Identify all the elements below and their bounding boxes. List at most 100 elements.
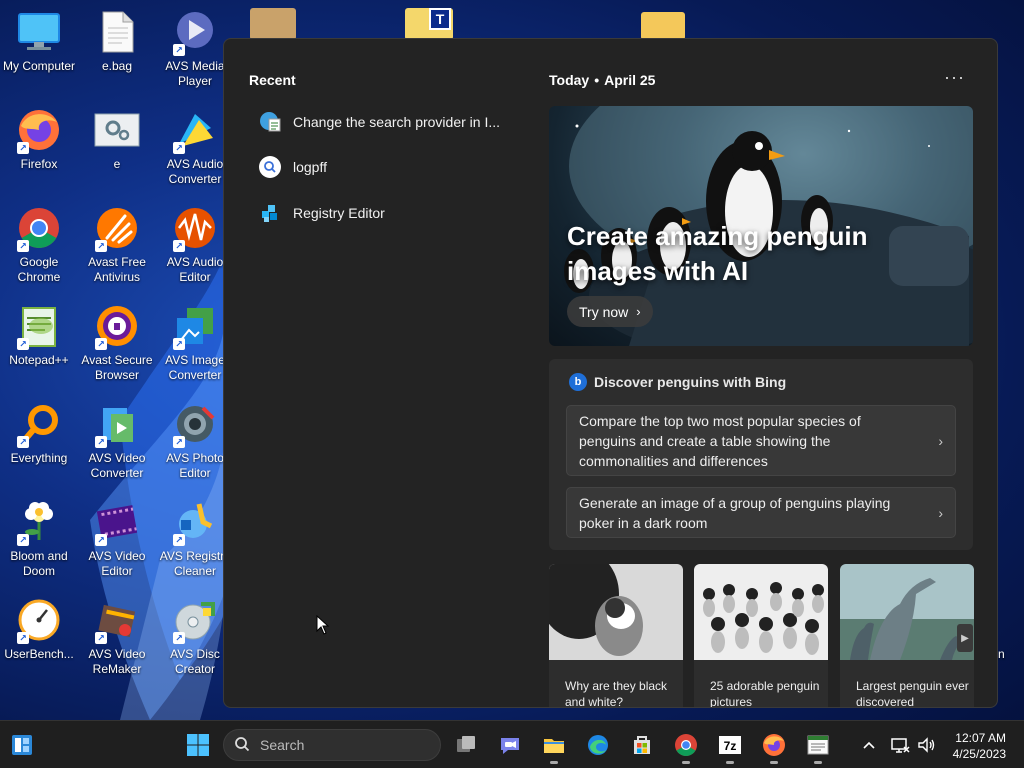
recent-heading: Recent <box>249 72 296 88</box>
avs-image-converter-icon: ↗ <box>171 302 219 350</box>
recent-item-registry-editor[interactable]: Registry Editor <box>258 199 508 227</box>
widgets-icon[interactable] <box>8 731 36 759</box>
clock-date: 4/25/2023 <box>952 747 1006 761</box>
desktop-icon-notepadpp[interactable]: ↗ Notepad++ <box>0 302 78 368</box>
desktop-icon-label: Everything <box>10 451 68 465</box>
desktop-icon-bloom-and-doom[interactable]: ↗ Bloom and Doom <box>0 498 78 579</box>
desktop-icon-avs-video-converter[interactable]: ↗ AVS Video Converter <box>78 400 156 481</box>
recent-item-change-search-provider[interactable]: Change the search provider in I... <box>258 108 508 136</box>
bloom-doom-icon: ↗ <box>15 498 63 546</box>
desktop-icon-label: e.bag <box>101 59 133 73</box>
desktop-icon-avs-video-remaker[interactable]: ↗ AVS Video ReMaker <box>78 596 156 677</box>
notepad-app-icon[interactable] <box>804 731 832 764</box>
settings-file-icon <box>93 106 141 154</box>
recent-item-logpff[interactable]: logpff <box>258 153 508 181</box>
avs-audio-editor-icon: ↗ <box>171 204 219 252</box>
desktop-icon-label: Firefox <box>20 157 58 171</box>
desktop-icon-label: AVS Video Converter <box>88 451 146 480</box>
start-icon[interactable] <box>184 731 212 759</box>
task-view-icon[interactable] <box>452 731 480 759</box>
svg-text:7z: 7z <box>724 739 737 753</box>
avs-media-player-icon: ↗ <box>171 8 219 56</box>
avs-video-editor-icon: ↗ <box>93 498 141 546</box>
bing-prompt-text: Compare the top two most popular species… <box>579 413 861 469</box>
desktop-icon-google-chrome[interactable]: ↗ Google Chrome <box>0 204 78 285</box>
avs-disc-creator-icon: ↗ <box>171 596 219 644</box>
7zip-icon[interactable]: 7z <box>716 731 744 764</box>
partial-folder-icon <box>641 12 685 40</box>
avs-photo-editor-icon: ↗ <box>171 400 219 448</box>
partial-desktop-label: n <box>998 647 1005 661</box>
chevron-up-icon[interactable] <box>855 731 883 759</box>
search-icon <box>234 736 250 755</box>
chrome-icon[interactable] <box>672 731 700 764</box>
bing-prompt-penguins-poker[interactable]: Generate an image of a group of penguins… <box>566 487 956 538</box>
desktop-icon-label: Google Chrome <box>17 255 61 284</box>
hero-title: Create amazing penguin images with AI <box>567 221 868 286</box>
recent-item-label: Change the search provider in I... <box>293 114 501 130</box>
thumbnail-card-adorable-penguins[interactable]: 25 adorable penguin pictures <box>694 564 828 707</box>
thumbnail-card-black-and-white[interactable]: Why are they black and white? <box>549 564 683 707</box>
desktop-icon-label: e <box>113 157 121 171</box>
running-indicator <box>726 761 734 764</box>
desktop-icon-label: AVS Video Editor <box>88 549 146 578</box>
taskbar-search-box[interactable]: Search <box>223 729 441 761</box>
chrome-icon: ↗ <box>15 204 63 252</box>
settings-page-icon <box>258 110 282 134</box>
desktop-icon-e-bag[interactable]: e.bag <box>78 8 156 74</box>
partial-desktop-icon: T <box>405 8 453 40</box>
volume-icon[interactable] <box>912 731 940 759</box>
network-icon[interactable] <box>886 731 914 759</box>
desktop-icon-avast-free-antivirus[interactable]: ↗ Avast Free Antivirus <box>78 204 156 285</box>
desktop-icon-userbench[interactable]: ↗ UserBench... <box>0 596 78 662</box>
bing-card-title: b Discover penguins with Bing <box>569 373 786 391</box>
search-icon <box>258 155 282 179</box>
thumbnail-caption: Largest penguin ever discovered <box>856 679 969 708</box>
clock-time: 12:07 AM <box>955 731 1006 745</box>
firefox-icon[interactable] <box>760 731 788 764</box>
partial-desktop-icon <box>250 8 296 40</box>
penguin-chick-image <box>549 564 683 660</box>
desktop-icon-label: Avast Secure Browser <box>81 353 153 382</box>
avs-audio-converter-icon: ↗ <box>171 106 219 154</box>
everything-icon: ↗ <box>15 400 63 448</box>
avs-video-converter-icon: ↗ <box>93 400 141 448</box>
monitor-icon <box>15 8 63 56</box>
date-label: April 25 <box>604 72 656 88</box>
thumbnails-next-button[interactable]: ▶ <box>957 624 973 652</box>
hero-card[interactable]: Create amazing penguin images with AI Tr… <box>549 106 973 346</box>
desktop-icon-e[interactable]: e <box>78 106 156 172</box>
chevron-right-icon: › <box>636 304 641 319</box>
try-now-label: Try now <box>579 303 629 320</box>
desktop-icon-firefox[interactable]: ↗ Firefox <box>0 106 78 172</box>
teams-chat-icon[interactable] <box>496 731 524 759</box>
avs-video-remaker-icon: ↗ <box>93 596 141 644</box>
desktop-icon-label: Avast Free Antivirus <box>88 255 146 284</box>
desktop-icon-my-computer[interactable]: My Computer <box>0 8 78 74</box>
store-icon[interactable] <box>628 731 656 759</box>
avs-registry-cleaner-icon: ↗ <box>171 498 219 546</box>
today-label: Today <box>549 72 590 88</box>
recent-item-label: logpff <box>293 159 327 175</box>
desktop-icon-avs-video-editor[interactable]: ↗ AVS Video Editor <box>78 498 156 579</box>
desktop-icon-everything[interactable]: ↗ Everything <box>0 400 78 466</box>
running-indicator <box>770 761 778 764</box>
penguin-group-image <box>694 564 828 660</box>
edge-icon[interactable] <box>584 731 612 759</box>
bing-prompt-compare-penguins[interactable]: Compare the top two most popular species… <box>566 405 956 476</box>
taskbar: Search 7z 12:07 AM 4/25/2023 <box>0 720 1024 768</box>
file-explorer-icon[interactable] <box>540 731 568 764</box>
desktop-icon-label: Bloom and Doom <box>10 549 68 578</box>
registry-icon <box>258 201 282 225</box>
running-indicator <box>814 761 822 764</box>
running-indicator <box>550 761 558 764</box>
desktop-icon-label: AVS Video ReMaker <box>88 647 146 676</box>
chevron-right-icon: › <box>938 504 943 521</box>
desktop-icon-avast-secure-browser[interactable]: ↗ Avast Secure Browser <box>78 302 156 383</box>
more-options-button[interactable]: ··· <box>944 67 965 88</box>
bing-card-title-text: Discover penguins with Bing <box>594 374 787 390</box>
thumbnail-card-largest-penguin[interactable]: Largest penguin ever discovered <box>840 564 974 708</box>
document-icon <box>93 8 141 56</box>
taskbar-clock[interactable]: 12:07 AM 4/25/2023 <box>946 730 1006 762</box>
try-now-button[interactable]: Try now › <box>567 296 653 327</box>
